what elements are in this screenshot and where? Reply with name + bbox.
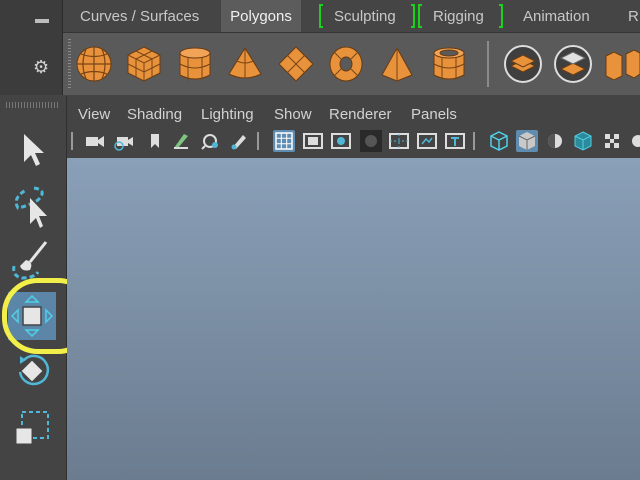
panel-menu-bar: View Shading Lighting Show Renderer Pane… (67, 100, 640, 126)
tab-rendering[interactable]: R (628, 0, 639, 32)
film-gate-icon[interactable] (302, 130, 324, 152)
grid-icon[interactable] (273, 130, 295, 152)
pyramid-icon[interactable] (377, 44, 417, 84)
tab-separator (411, 4, 415, 28)
shelf-tab-bar: Curves / Surfaces Polygons Sculpting Rig… (63, 0, 640, 33)
safe-action-icon[interactable] (416, 130, 438, 152)
torus-icon[interactable] (326, 44, 366, 84)
image-plane-icon[interactable] (170, 130, 192, 152)
gate-mask-icon[interactable] (360, 130, 382, 152)
sphere-icon[interactable] (74, 44, 114, 84)
panel-toolbar (67, 126, 640, 158)
pipe-icon[interactable] (429, 44, 469, 84)
cylinder-icon[interactable] (175, 44, 215, 84)
plane-icon[interactable] (276, 44, 316, 84)
toolbar-grip (71, 132, 73, 150)
bookmark-icon[interactable] (144, 130, 166, 152)
menu-renderer[interactable]: Renderer (329, 106, 392, 123)
resolution-gate-icon[interactable] (330, 130, 352, 152)
gear-icon[interactable]: ⚙ (33, 58, 49, 76)
tab-curves-surfaces[interactable]: Curves / Surfaces (80, 0, 199, 32)
menu-view[interactable]: View (78, 106, 110, 123)
camera-icon[interactable] (84, 130, 106, 152)
combine-icon[interactable] (503, 44, 543, 84)
field-chart-icon[interactable] (388, 130, 410, 152)
default-material-icon[interactable] (544, 130, 566, 152)
smooth-shade-icon[interactable] (516, 130, 538, 152)
menu-panels[interactable]: Panels (411, 106, 457, 123)
3d-viewport[interactable] (67, 158, 640, 480)
shelf (63, 33, 640, 95)
tab-separator (499, 4, 503, 28)
tab-polygons[interactable]: Polygons (221, 0, 301, 32)
separate-icon[interactable] (553, 44, 593, 84)
extract-icon[interactable] (600, 44, 640, 84)
menu-lighting[interactable]: Lighting (201, 106, 254, 123)
menu-show[interactable]: Show (274, 106, 312, 123)
toolbox-grip (6, 102, 58, 108)
cone-icon[interactable] (225, 44, 265, 84)
tab-separator (319, 4, 323, 28)
wireframe-on-shaded-icon[interactable] (572, 130, 594, 152)
select-tool-icon[interactable] (8, 126, 56, 174)
shelf-grip (68, 39, 71, 89)
wireframe-icon[interactable] (488, 130, 510, 152)
textured-icon[interactable] (601, 130, 623, 152)
toolbar-separator (473, 132, 475, 150)
scale-tool-icon[interactable] (8, 404, 56, 452)
tab-separator (418, 4, 422, 28)
shelf-corner: ⚙ (0, 0, 63, 95)
shelf-divider (487, 41, 489, 87)
tab-animation[interactable]: Animation (523, 0, 590, 32)
rotate-tool-icon[interactable] (8, 348, 56, 396)
cube-icon[interactable] (124, 44, 164, 84)
camera-attributes-icon[interactable] (113, 130, 135, 152)
use-all-lights-icon[interactable] (627, 130, 640, 152)
menu-shading[interactable]: Shading (127, 106, 182, 123)
tab-rigging[interactable]: Rigging (433, 0, 484, 32)
toolbar-separator (257, 132, 259, 150)
grease-pencil-icon[interactable] (228, 130, 250, 152)
2d-pan-zoom-icon[interactable] (199, 130, 221, 152)
tab-sculpting[interactable]: Sculpting (334, 0, 396, 32)
paint-select-tool-icon[interactable] (8, 236, 56, 284)
safe-title-icon[interactable] (444, 130, 466, 152)
shelf-menu-icon[interactable] (35, 19, 49, 23)
lasso-tool-icon[interactable] (8, 182, 56, 230)
